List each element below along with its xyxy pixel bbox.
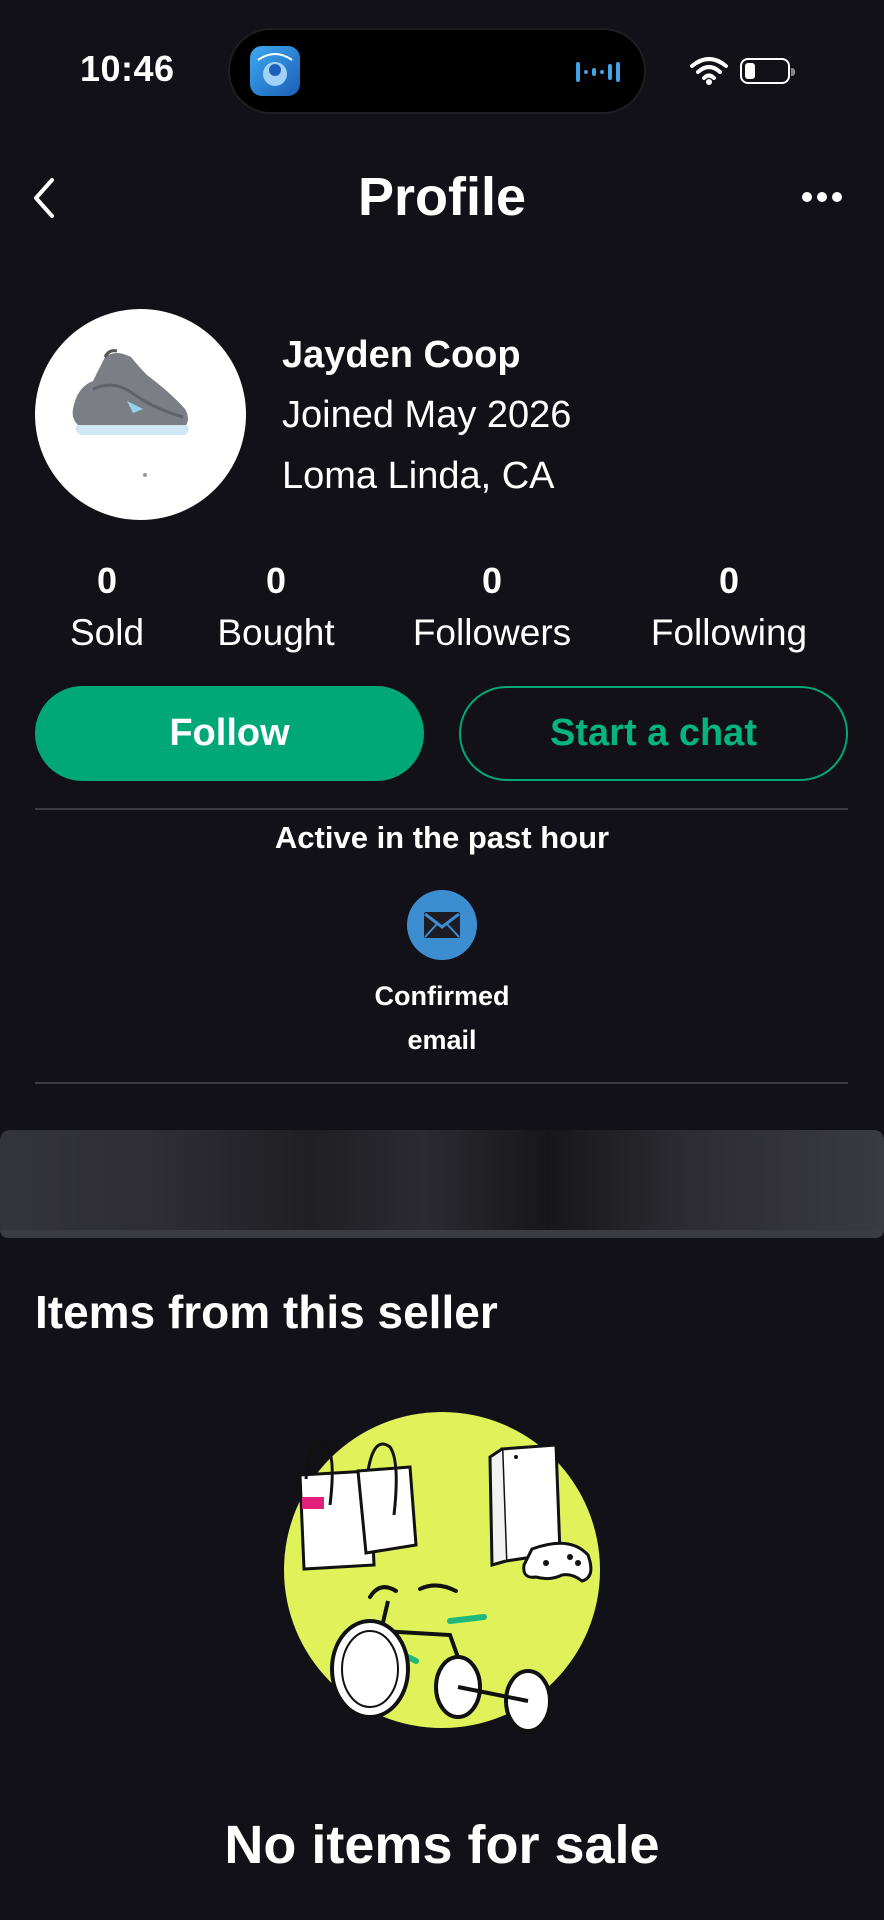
loading-placeholder-edge (0, 1230, 884, 1238)
stat-followers[interactable]: 0 Followers (392, 560, 592, 654)
stat-value: 0 (481, 560, 503, 601)
user-name: Jayden Coop (282, 334, 521, 376)
envelope-icon (424, 912, 460, 938)
stat-value: 0 (718, 560, 740, 601)
stat-label: Followers (412, 612, 572, 653)
stat-following[interactable]: 0 Following (629, 560, 829, 654)
wifi-icon (690, 56, 728, 91)
stat-label: Bought (217, 612, 335, 653)
joined-date: Joined May 2026 (282, 394, 572, 436)
items-section-title: Items from this seller (35, 1286, 498, 1338)
confirmed-email-label: Confirmed email (342, 974, 542, 1062)
status-time: 10:46 (80, 48, 175, 89)
audio-wave-icon (576, 60, 626, 89)
divider (35, 1082, 848, 1084)
stat-bought[interactable]: 0 Bought (176, 560, 376, 654)
activity-status: Active in the past hour (274, 820, 610, 855)
divider (35, 808, 848, 810)
battery-icon (740, 58, 795, 84)
email-label-line2: email (407, 1025, 477, 1055)
user-location: Loma Linda, CA (282, 455, 555, 497)
app-icon (250, 46, 300, 96)
stat-label: Following (650, 612, 808, 653)
start-chat-button[interactable]: Start a chat (459, 686, 848, 781)
empty-items-message: No items for sale (224, 1815, 660, 1875)
confirmed-email-badge (407, 890, 477, 960)
stat-value: 0 (265, 560, 287, 601)
loading-placeholder (0, 1130, 884, 1238)
avatar[interactable] (35, 309, 246, 520)
more-options-icon[interactable] (800, 190, 844, 204)
email-label-line1: Confirmed (374, 981, 510, 1011)
follow-button[interactable]: Follow (35, 686, 424, 781)
page-title: Profile (357, 167, 527, 227)
empty-items-illustration (270, 1405, 610, 1745)
